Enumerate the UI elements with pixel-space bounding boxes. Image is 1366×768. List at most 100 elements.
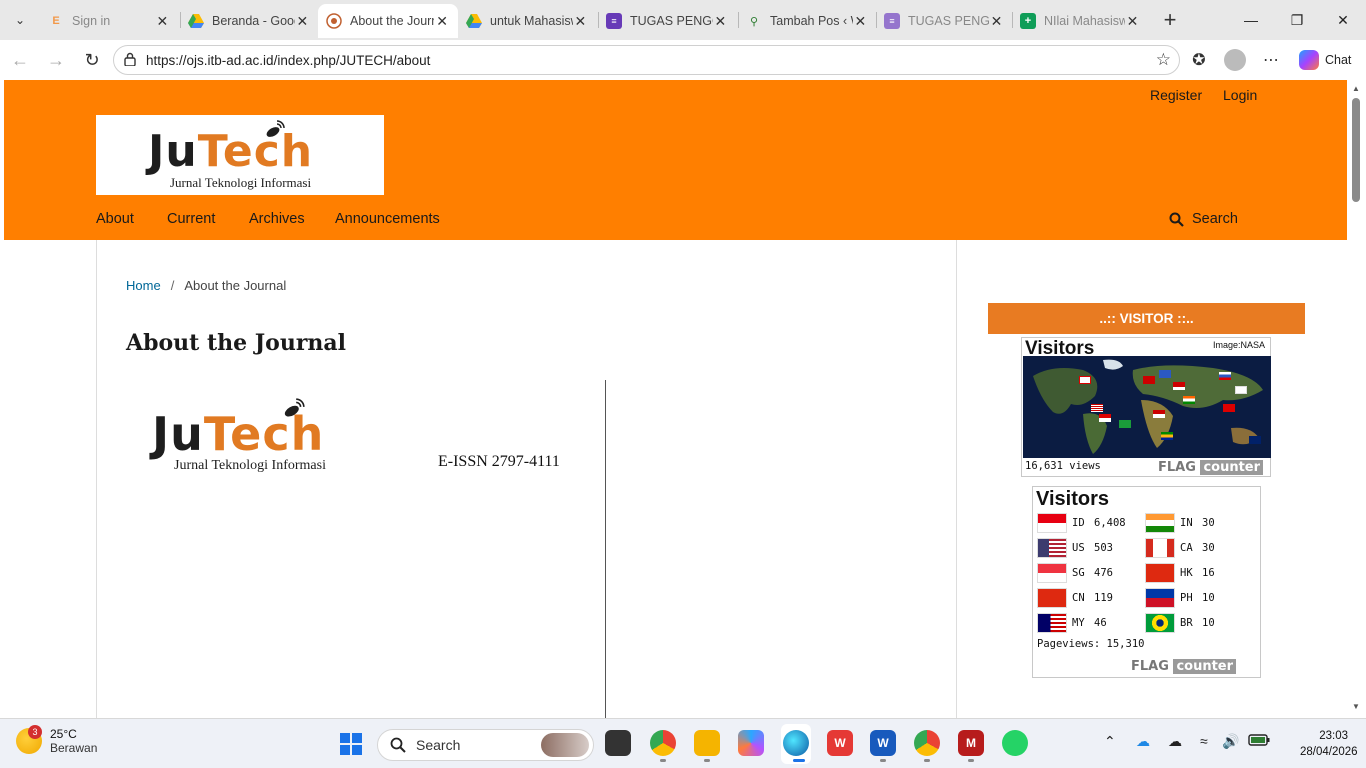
browser-tab-tambah-pos[interactable]: ⚲ Tambah Pos ‹ W ✕	[738, 4, 876, 38]
browser-tab-beranda[interactable]: Beranda - Goog ✕	[180, 4, 318, 38]
system-clock[interactable]: 23:03 28/04/2026	[1300, 728, 1358, 760]
flag-indonesia-icon	[1173, 382, 1185, 390]
mendeley-icon[interactable]: M	[958, 730, 984, 756]
register-link[interactable]: Register	[1150, 87, 1202, 103]
page-viewport: Register Login JuTech Jurnal Teknologi I…	[0, 80, 1366, 718]
plus-icon: +	[1163, 7, 1177, 32]
browser-tab-nilai-mahasiswa[interactable]: + NIlai Mahasisw ✕	[1012, 4, 1148, 38]
google-sheets-icon: +	[1020, 13, 1036, 29]
scrollbar-thumb[interactable]	[1352, 98, 1360, 202]
taskbar-search-box[interactable]: Search	[377, 729, 594, 761]
tab-actions-menu-button[interactable]: ⌄	[6, 7, 34, 33]
cloud-icon[interactable]: ☁	[1168, 733, 1182, 750]
arrow-left-icon: ←	[11, 49, 29, 70]
flag-row-ph: PH 10	[1145, 587, 1215, 609]
flag-finland-icon	[1159, 370, 1171, 378]
copilot-chat-button[interactable]: Chat	[1293, 46, 1359, 74]
login-link[interactable]: Login	[1223, 87, 1257, 103]
profile-button[interactable]	[1223, 48, 1247, 72]
flag-row-br: BR 10	[1145, 612, 1215, 634]
close-window-button[interactable]: ✕	[1320, 0, 1366, 40]
location-pin-icon: ⚲	[749, 15, 759, 28]
start-button[interactable]	[340, 733, 362, 755]
weather-widget[interactable]: 3 25°C Berawan	[16, 725, 97, 755]
chevron-up-icon[interactable]: ⌃	[1104, 733, 1116, 750]
scroll-down-icon[interactable]: ▼	[1352, 702, 1360, 711]
flag-counter-map-widget[interactable]: Visitors Image:NASA 16,631 views FLAG co…	[1021, 337, 1271, 477]
star-icon[interactable]: ☆	[1156, 50, 1171, 70]
clock-date: 28/04/2026	[1300, 746, 1358, 758]
edge-icon[interactable]	[783, 730, 809, 756]
close-icon[interactable]: ✕	[573, 13, 588, 30]
speaker-icon[interactable]: 🔊	[1222, 733, 1239, 750]
browser-tab-untuk-mahasiswa[interactable]: untuk Mahasisw ✕	[458, 4, 596, 38]
content-frame-border	[96, 240, 97, 718]
search-icon	[390, 737, 406, 753]
flag-counter-list-widget[interactable]: Visitors ID 6,408 US 503 SG 476 CN 119 MY 46 …	[1032, 486, 1261, 678]
flag-turkey-icon	[1143, 376, 1155, 384]
close-icon[interactable]: ✕	[853, 13, 868, 30]
onedrive-icon[interactable]: ☁	[1136, 733, 1150, 750]
avatar	[1224, 49, 1246, 71]
pageviews-count: Pageviews: 15,310	[1037, 638, 1145, 650]
copilot-app-icon[interactable]	[738, 730, 764, 756]
close-icon[interactable]: ✕	[434, 13, 450, 30]
file-explorer-icon[interactable]	[694, 730, 720, 756]
new-tab-button[interactable]: +	[1158, 7, 1182, 32]
chrome-profile-icon[interactable]	[914, 730, 940, 756]
close-icon[interactable]: ✕	[989, 13, 1004, 30]
breadcrumb-current: About the Journal	[184, 278, 287, 293]
nav-announcements[interactable]: Announcements	[335, 211, 440, 227]
flag-australia-icon	[1249, 436, 1261, 444]
settings-more-button[interactable]: ⋯	[1259, 48, 1283, 72]
flag-counter-logo: FLAG counter	[1131, 659, 1237, 674]
minimize-button[interactable]: —	[1228, 0, 1274, 40]
restore-button[interactable]: ❐	[1274, 0, 1320, 40]
close-icon[interactable]: ✕	[1125, 13, 1140, 30]
whatsapp-icon[interactable]	[1002, 730, 1028, 756]
browser-tab-tugas-1[interactable]: ≡ TUGAS PENGG/ ✕	[598, 4, 736, 38]
flag-india-icon	[1183, 396, 1195, 404]
flag-row-us: US 503	[1037, 537, 1113, 559]
flaglist-title: Visitors	[1036, 488, 1109, 510]
url-text: https://ojs.itb-ad.ac.id/index.php/JUTEC…	[146, 52, 431, 68]
issn-text: E-ISSN 2797-4111	[438, 453, 560, 470]
browser-toolbar: ← → ↻ https://ojs.itb-ad.ac.id/index.php…	[0, 40, 1366, 80]
flag-canada-icon	[1145, 538, 1175, 558]
world-map-image	[1023, 356, 1271, 458]
chrome-icon[interactable]	[650, 730, 676, 756]
browser-tab-tugas-2[interactable]: ≡ TUGAS PENGG/ ✕	[876, 4, 1012, 38]
flag-malaysia-icon	[1037, 613, 1067, 633]
scroll-up-icon[interactable]: ▲	[1352, 84, 1360, 93]
search-link[interactable]: Search	[1169, 211, 1238, 227]
back-button[interactable]: ←	[8, 48, 32, 72]
task-view-icon[interactable]	[605, 730, 631, 756]
flag-usa-icon	[1037, 538, 1067, 558]
favorites-button[interactable]: ✪	[1187, 48, 1211, 72]
wps-office-icon[interactable]: W	[827, 730, 853, 756]
close-icon[interactable]: ✕	[155, 13, 170, 30]
flag-canada-icon	[1079, 376, 1091, 384]
close-icon[interactable]: ✕	[295, 13, 310, 30]
nav-about[interactable]: About	[96, 211, 134, 227]
lock-icon	[124, 52, 136, 69]
browser-tab-about-journal[interactable]: About the Journ ✕	[318, 4, 458, 38]
forward-button[interactable]: →	[44, 48, 68, 72]
breadcrumb-home-link[interactable]: Home	[126, 278, 161, 293]
flag-indonesia-icon	[1037, 513, 1067, 533]
site-logo[interactable]: JuTech Jurnal Teknologi Informasi	[96, 115, 384, 195]
battery-icon[interactable]	[1248, 733, 1270, 749]
address-bar[interactable]: https://ojs.itb-ad.ac.id/index.php/JUTEC…	[113, 45, 1180, 75]
nav-current[interactable]: Current	[167, 211, 215, 227]
browser-tab-sign-in[interactable]: E Sign in ✕	[40, 4, 178, 38]
flag-south-africa-icon	[1161, 432, 1173, 440]
reload-button[interactable]: ↻	[80, 48, 104, 72]
nav-archives[interactable]: Archives	[249, 211, 305, 227]
close-icon[interactable]: ✕	[713, 13, 728, 30]
word-icon[interactable]: W	[870, 730, 896, 756]
flag-brazil-icon	[1119, 420, 1131, 428]
wifi-icon[interactable]: ≈	[1200, 733, 1208, 749]
flag-peru-icon	[1099, 414, 1111, 422]
page-scrollbar[interactable]: ▲ ▼	[1348, 80, 1366, 718]
logo-subtitle: Jurnal Teknologi Informasi	[170, 175, 312, 190]
